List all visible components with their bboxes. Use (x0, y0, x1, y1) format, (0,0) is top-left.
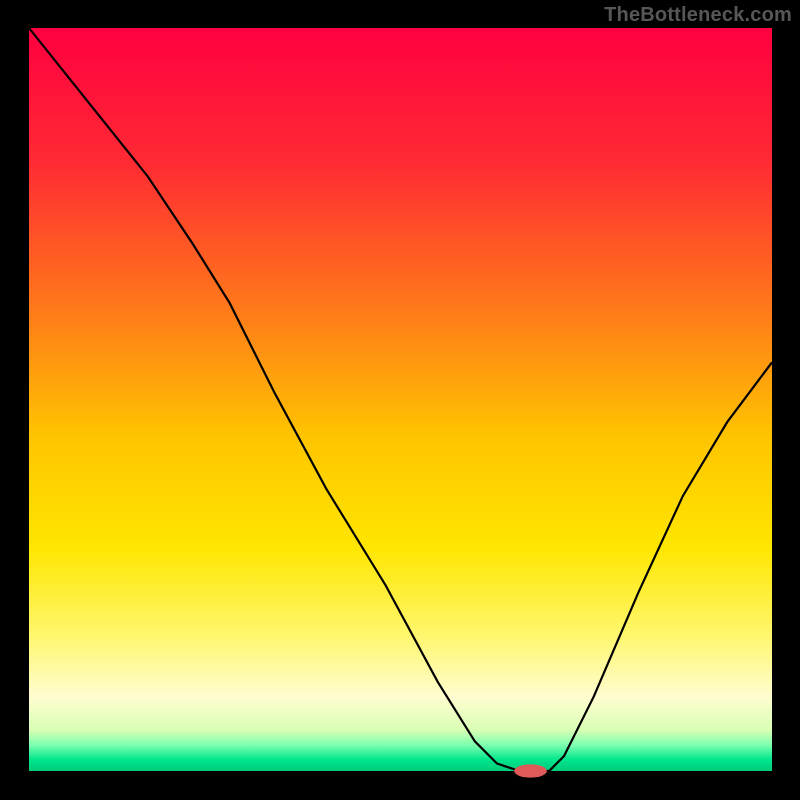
bottleneck-chart (0, 0, 800, 800)
optimum-marker (514, 764, 547, 777)
plot-background (29, 28, 772, 771)
chart-frame: { "watermark": "TheBottleneck.com", "cha… (0, 0, 800, 800)
watermark-text: TheBottleneck.com (604, 4, 792, 27)
